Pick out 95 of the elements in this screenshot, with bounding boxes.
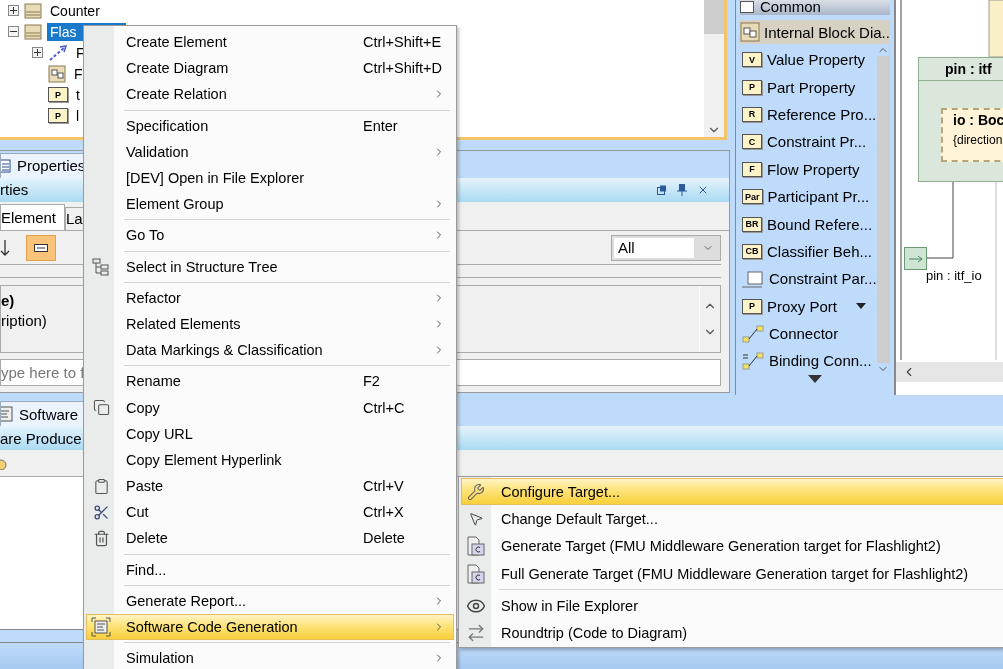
restore-icon[interactable] [657,184,667,195]
tree-item[interactable]: F [71,64,86,83]
menu-item[interactable]: Specification Enter [86,112,454,139]
menu-item[interactable]: Refactor [86,284,454,311]
menu-item[interactable]: Create Element Ctrl+Shift+E [86,29,454,56]
badge-icon: F [742,161,762,177]
cut-icon [92,503,110,521]
block-icon [24,1,42,20]
list-icon [1,158,11,173]
toolbar-icon[interactable] [0,456,8,470]
palette-item[interactable]: C Constraint Pr... [740,128,877,156]
wrench-icon [467,482,485,501]
menu-item[interactable]: Related Elements [86,310,454,338]
palette-item[interactable]: F Flow Property [740,155,877,183]
panel-title: are Produce [0,429,82,447]
tree-item[interactable]: l [73,106,83,125]
badge-icon: Par [742,189,763,205]
block-icon [24,22,42,41]
arrows-icon [466,623,486,644]
pin-icon[interactable] [677,183,687,196]
palette-item[interactable]: CB Classifier Beh... [740,237,877,266]
menu-item[interactable]: Copy Element Hyperlink [86,446,454,473]
scrollbar-thumb[interactable] [704,0,724,34]
menu-item[interactable]: Change Default Target... [461,505,1003,533]
caret-icon[interactable] [856,303,867,310]
c-file-icon [466,535,486,558]
structure-tree-icon [92,257,110,276]
part-shape[interactable] [941,108,1003,162]
c-file-icon [466,562,486,585]
palette-item[interactable]: BR Bound Refere... [740,210,877,238]
menu-item[interactable]: Generate Report... [86,587,454,614]
expand-icon[interactable] [32,47,43,58]
sort-icon[interactable] [0,238,10,257]
dashed-arrow-icon [48,43,68,62]
panel-title: rties [0,181,29,199]
menu-item[interactable]: Full Generate Target (FMU Middleware Generation target for Flashlight2) [461,559,1003,588]
badge-icon: C [742,134,762,150]
clipboard-icon [92,477,110,495]
menu-item[interactable]: Find... [86,556,454,583]
diagram-icon [48,64,66,83]
menu-item[interactable]: Data Markings & Classification [86,337,454,364]
connector-icon [742,324,764,343]
filter-dropdown[interactable]: All [611,234,721,261]
property-text: ription) [1,312,47,332]
part-badge: P [48,108,68,123]
port-icon: P [742,298,762,314]
menu-item[interactable]: Configure Target... [461,478,1003,506]
tab[interactable]: Element [0,203,66,230]
menu-item[interactable]: Rename F2 [86,368,454,395]
menu-item[interactable]: Generate Target (FMU Middleware Generation target for Flashlight2) [461,532,1003,560]
menu-item[interactable]: Show in File Explorer [461,592,1003,620]
menu-item[interactable]: Software Code Generation [86,613,454,641]
more-items-icon[interactable] [808,375,822,383]
collapse-icon[interactable] [8,26,19,37]
block-title: pin : itf [918,57,1003,81]
window-icon [34,243,48,252]
diagram-icon [740,22,760,42]
palette-item[interactable]: P Proxy Port [740,292,877,320]
badge-icon: V [742,52,762,68]
badge-icon: R [742,106,762,122]
part-note: {direction [953,133,1003,147]
menu-item[interactable]: Cut Ctrl+X [86,499,454,526]
palette-item[interactable]: R Reference Pro... [740,100,877,129]
cursor-icon [468,510,484,527]
palette-item[interactable]: V Value Property [740,46,877,74]
palette-item[interactable]: Connector [740,319,877,348]
palette-item[interactable]: Par Participant Pr... [740,182,877,211]
menu-item[interactable]: Delete Delete [86,525,454,552]
tree-item[interactable]: Counter [47,1,103,20]
toolbar-button[interactable] [26,234,56,261]
folder-icon [740,0,754,13]
badge-icon: BR [742,216,762,232]
menu-item[interactable]: Create Diagram Ctrl+Shift+D [86,55,454,82]
document-icon [91,617,111,638]
menu-item[interactable]: Create Relation [86,81,454,108]
palette-item[interactable]: Binding Conn... [740,347,877,375]
badge-icon: P [742,79,762,95]
constraint-icon [742,269,764,288]
part-badge: P [48,87,68,102]
palette-section[interactable]: Common [740,0,890,15]
palette-item[interactable]: Constraint Par... [740,265,877,293]
palette-item[interactable]: P Part Property [740,73,877,101]
copy-icon [92,399,110,417]
binding-connector-icon [742,352,764,370]
menu-item[interactable]: Select in Structure Tree [86,253,454,280]
expand-icon[interactable] [8,5,19,16]
tree-item[interactable]: t [73,85,83,104]
menu-item[interactable]: Paste Ctrl+V [86,473,454,500]
palette-group[interactable]: Internal Block Dia.. [740,20,890,44]
menu-item[interactable]: Roundtrip (Code to Diagram) [461,619,1003,647]
trash-icon [92,529,110,547]
port-label: pin : itf_io [926,268,982,283]
property-text: e) [1,292,15,312]
badge-icon: CB [742,243,762,259]
document-icon [1,406,13,422]
